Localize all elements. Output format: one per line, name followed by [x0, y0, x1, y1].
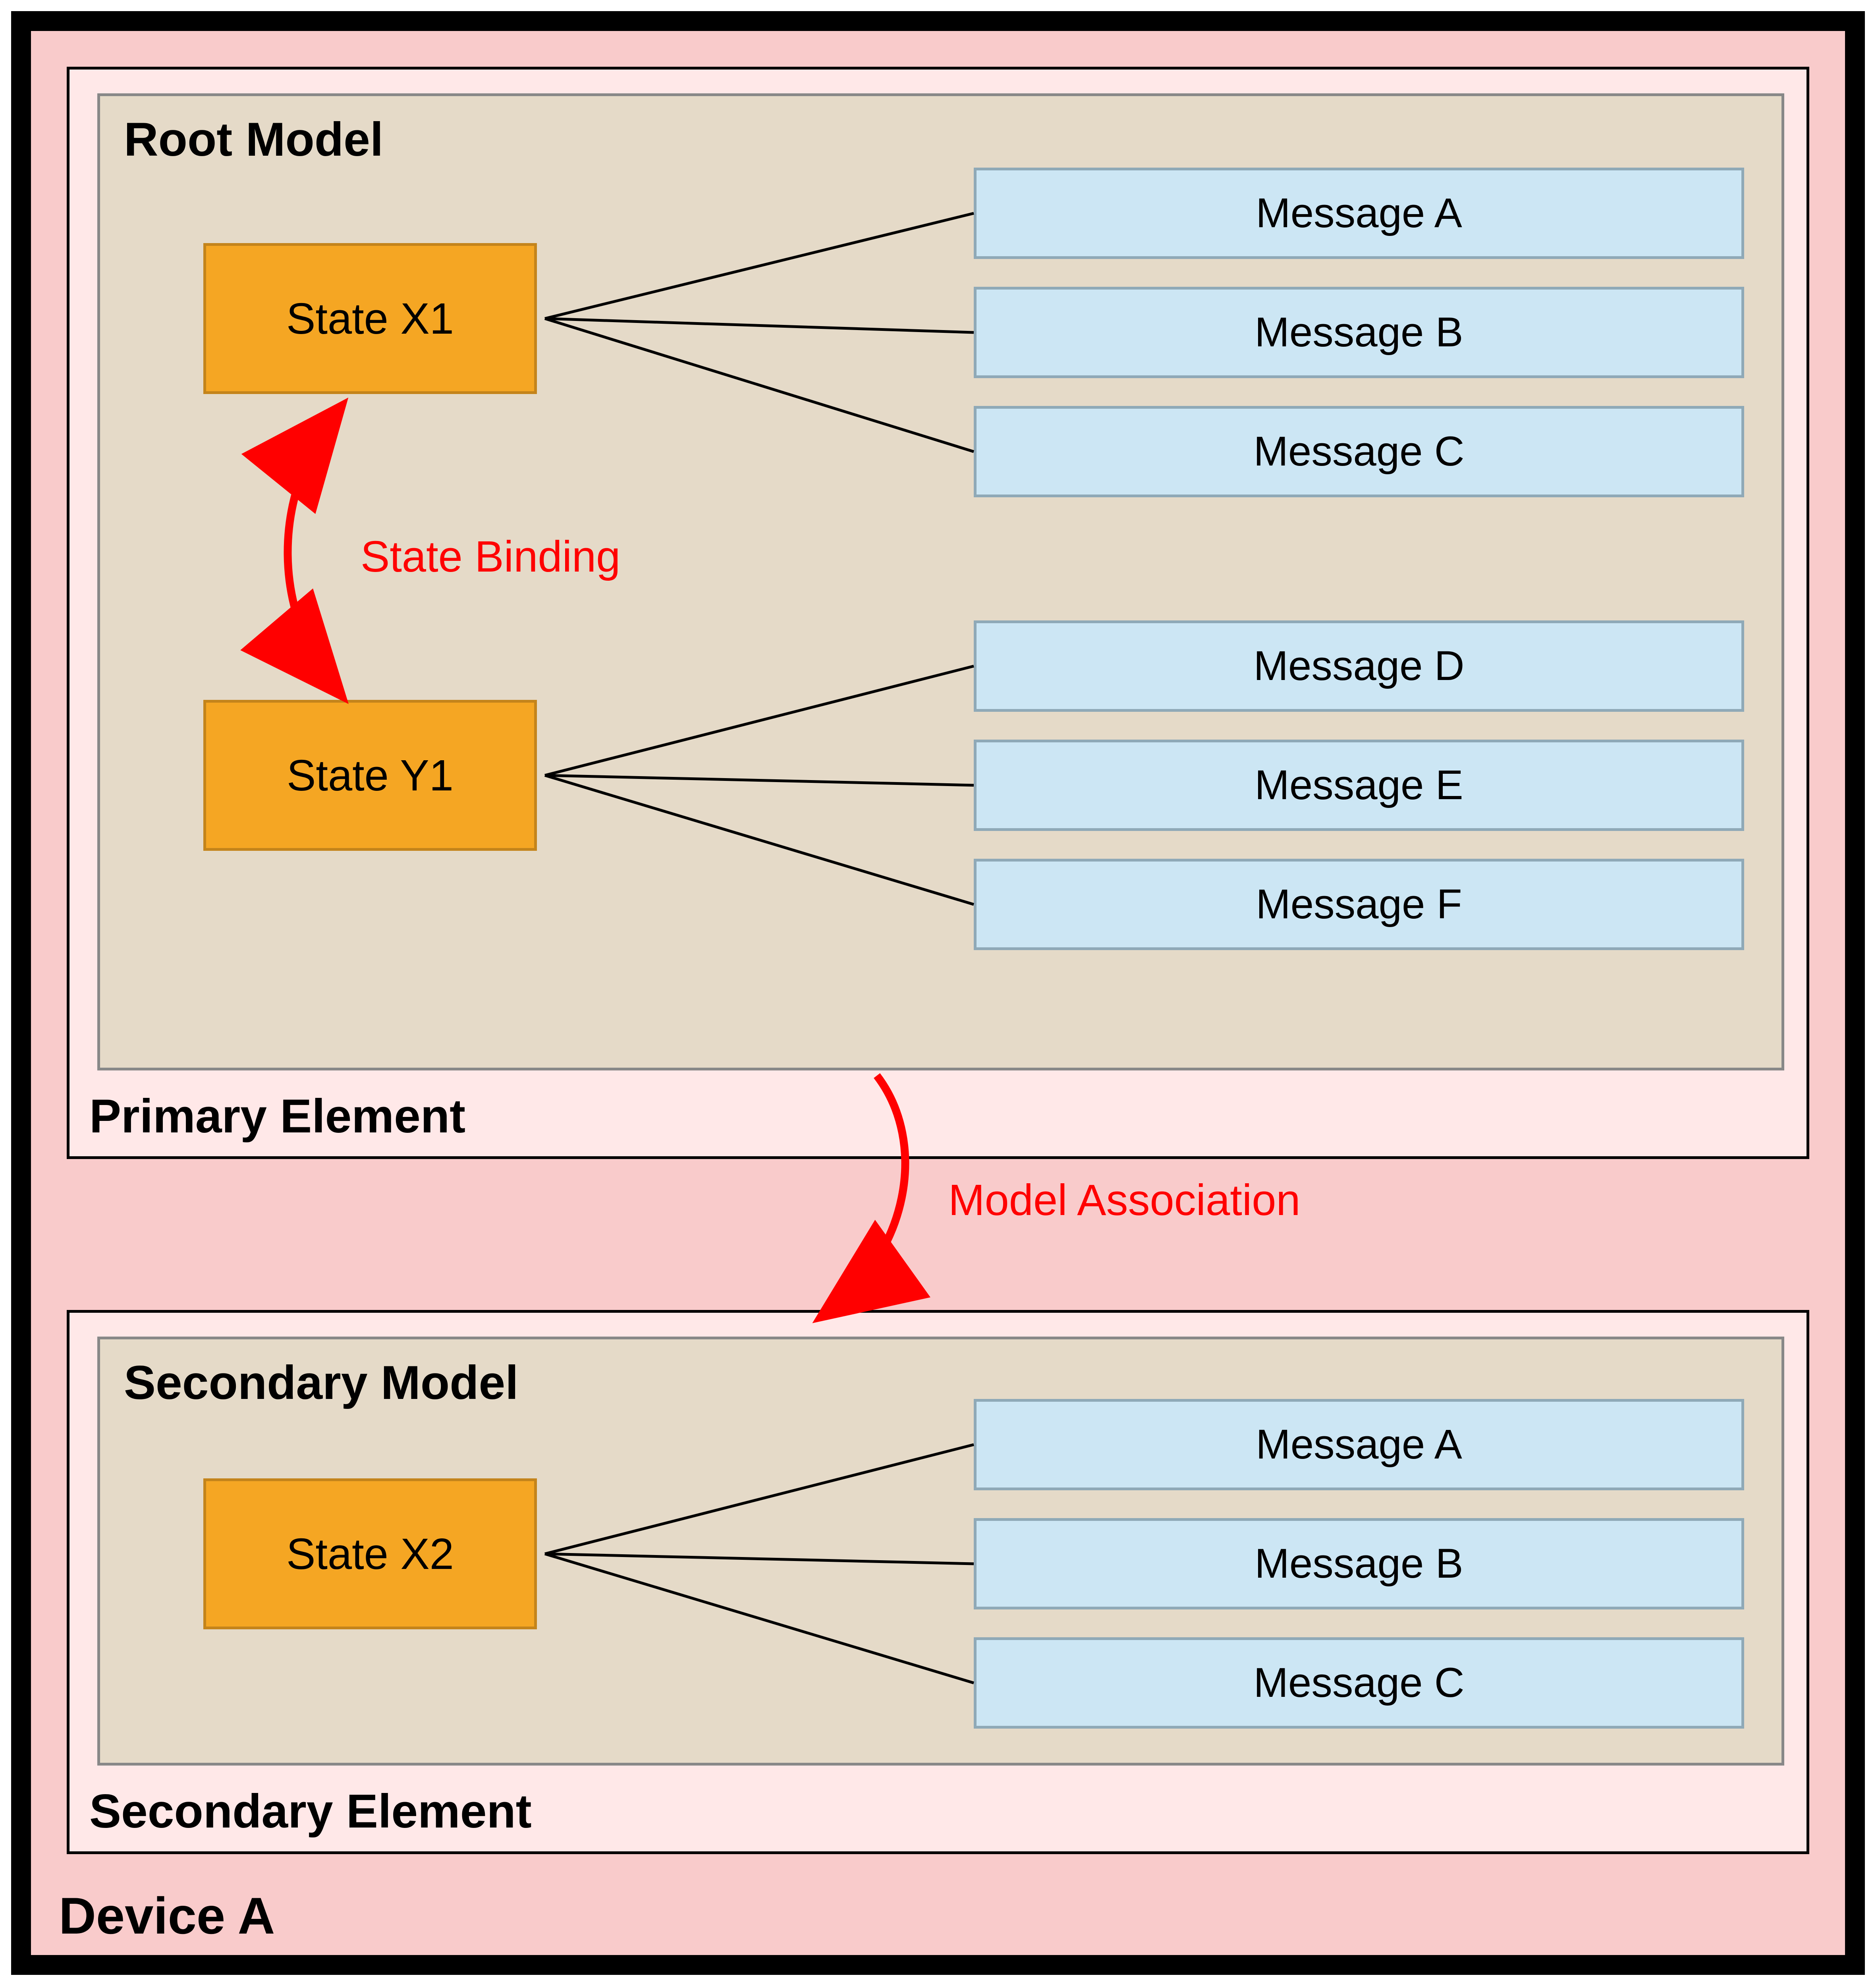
message-b-1: Message B [974, 287, 1744, 378]
state-x2: State X2 [203, 1478, 537, 1629]
secondary-element-box: Secondary Element Secondary Model State … [67, 1310, 1809, 1854]
diagram-canvas: Device A Primary Element Root Model Stat… [0, 0, 1876, 1986]
message-f: Message F [974, 859, 1744, 950]
primary-element-label: Primary Element [89, 1089, 465, 1144]
root-model-box: Root Model State X1 State Y1 Message A M… [97, 93, 1784, 1070]
secondary-element-label: Secondary Element [89, 1784, 532, 1839]
message-c-1: Message C [974, 406, 1744, 497]
secondary-model-box: Secondary Model State X2 Message A Messa… [97, 1337, 1784, 1766]
state-binding-label: State Binding [361, 531, 620, 582]
device-container: Device A Primary Element Root Model Stat… [11, 11, 1865, 1975]
message-a-2: Message A [974, 1399, 1744, 1490]
message-e: Message E [974, 740, 1744, 831]
message-c-2: Message C [974, 1637, 1744, 1729]
state-x1: State X1 [203, 243, 537, 394]
message-a-1: Message A [974, 168, 1744, 259]
message-b-2: Message B [974, 1518, 1744, 1609]
device-label: Device A [59, 1886, 275, 1945]
message-d: Message D [974, 620, 1744, 712]
primary-element-box: Primary Element Root Model State X1 Stat… [67, 67, 1809, 1159]
state-y1: State Y1 [203, 700, 537, 851]
model-association-label: Model Association [948, 1175, 1301, 1225]
secondary-model-label: Secondary Model [124, 1355, 519, 1410]
root-model-label: Root Model [124, 112, 383, 167]
